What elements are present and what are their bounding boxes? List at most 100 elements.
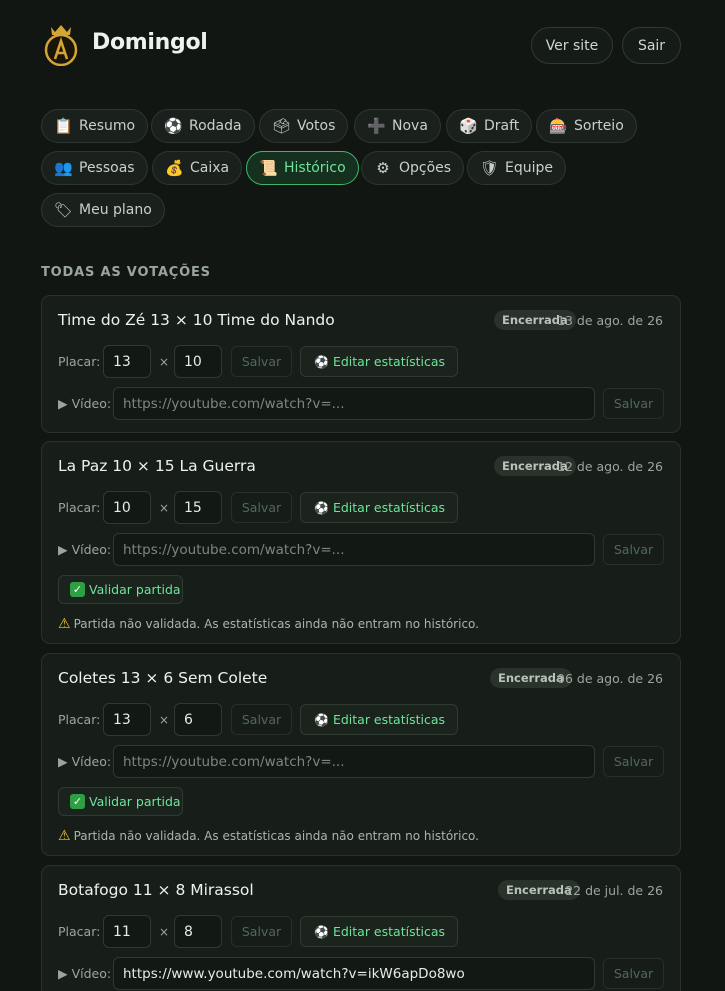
match-card: Time do Zé 13 × 10 Time do Nando Encerra… [41,295,681,433]
validate-label: Validar partida [89,582,181,597]
video-url-input[interactable]: https://youtube.com/watch?v=... [113,533,595,566]
tab-label: Sorteio [574,118,624,134]
view-site-button[interactable]: Ver site [531,27,613,64]
tab-label: Votos [297,118,336,134]
people-icon: 👥 [54,159,73,177]
tab-votos[interactable]: 🗳 Votos [259,109,349,143]
save-score-button[interactable]: Salvar [231,916,292,947]
save-video-button[interactable]: Salvar [603,534,664,565]
tab-nova[interactable]: ➕ Nova [354,109,441,143]
match-title: Time do Zé 13 × 10 Time do Nando [58,311,335,329]
logout-button[interactable]: Sair [622,27,681,64]
tag-icon: 🏷 [54,201,74,219]
away-score-input[interactable]: 6 [174,703,222,736]
video-url-input[interactable]: https://youtube.com/watch?v=... [113,387,595,420]
away-score-input[interactable]: 15 [174,491,222,524]
match-title: Botafogo 11 × 8 Mirassol [58,881,254,899]
tab-historico[interactable]: 📜 Histórico [246,151,359,185]
save-score-button[interactable]: Salvar [231,492,292,523]
tab-caixa[interactable]: 💰 Caixa [152,151,243,185]
gear-icon: ⚙ [376,159,390,177]
tab-label: Meu plano [79,202,152,218]
tab-opcoes[interactable]: ⚙ Opções [361,151,465,185]
match-date: 12 de ago. de 26 [557,459,663,474]
times-sign: × [159,713,170,727]
validate-match-button[interactable]: ✓ Validar partida [58,787,183,816]
warning-icon: ⚠ [58,828,71,844]
video-label: ▶ Vídeo: [58,754,112,769]
video-label: ▶ Vídeo: [58,396,112,411]
validate-label: Validar partida [89,794,181,809]
times-sign: × [159,355,170,369]
home-score-input[interactable]: 13 [103,703,151,736]
soccer-ball-icon: ⚽ [314,354,329,369]
tab-label: Equipe [505,160,553,176]
tab-label: Pessoas [79,160,135,176]
match-date: 06 de ago. de 26 [557,671,663,686]
score-label: Placar: [58,354,101,369]
tab-sorteio[interactable]: 🎰 Sorteio [536,109,637,143]
tab-label: Nova [392,118,428,134]
edit-stats-button[interactable]: ⚽ Editar estatísticas [300,346,459,377]
crown-logo-icon [44,25,78,66]
tab-rodada[interactable]: ⚽ Rodada [151,109,255,143]
tab-label: Rodada [189,118,242,134]
slot-machine-icon: 🎰 [549,117,568,135]
save-video-button[interactable]: Salvar [603,958,664,989]
score-label: Placar: [58,500,101,515]
edit-stats-label: Editar estatísticas [332,712,446,727]
ballot-box-icon: 🗳 [272,117,292,135]
video-label: ▶ Vídeo: [58,542,112,557]
validation-warning: ⚠ Partida não validada. As estatísticas a… [58,828,479,844]
tab-pessoas[interactable]: 👥 Pessoas [41,151,148,185]
edit-stats-button[interactable]: ⚽ Editar estatísticas [300,492,459,523]
score-label: Placar: [58,712,101,727]
soccer-ball-icon: ⚽ [164,117,183,135]
save-video-button[interactable]: Salvar [603,388,664,419]
home-score-input[interactable]: 10 [103,491,151,524]
warning-text: Partida não validada. As estatísticas ai… [73,617,479,631]
tab-meu-plano[interactable]: 🏷 Meu plano [41,193,165,227]
video-url-input[interactable]: https://youtube.com/watch?v=... [113,745,595,778]
score-label: Placar: [58,924,101,939]
app-header: Domingol Ver site Sair [0,0,725,90]
away-score-input[interactable]: 8 [174,915,222,948]
times-sign: × [159,925,170,939]
tab-label: Resumo [79,118,136,134]
save-score-button[interactable]: Salvar [231,704,292,735]
edit-stats-label: Editar estatísticas [332,500,446,515]
tab-label: Draft [484,118,520,134]
soccer-ball-icon: ⚽ [314,712,329,727]
match-date: 22 de jul. de 26 [565,883,663,898]
save-video-button[interactable]: Salvar [603,746,664,777]
tab-label: Opções [399,160,452,176]
scroll-icon: 📜 [259,159,278,177]
section-title: TODAS AS VOTAÇÕES [41,265,211,280]
clipboard-icon: 📋 [54,117,73,135]
match-card: Coletes 13 × 6 Sem Colete Encerrada 06 d… [41,653,681,856]
plus-icon: ➕ [367,117,386,135]
warning-icon: ⚠ [58,616,71,632]
home-score-input[interactable]: 13 [103,345,151,378]
home-score-input[interactable]: 11 [103,915,151,948]
tab-equipe[interactable]: 🛡 Equipe [467,151,566,185]
tab-label: Histórico [284,160,346,176]
times-sign: × [159,501,170,515]
edit-stats-button[interactable]: ⚽ Editar estatísticas [300,916,459,947]
validate-match-button[interactable]: ✓ Validar partida [58,575,183,604]
check-icon: ✓ [70,794,85,809]
validation-warning: ⚠ Partida não validada. As estatísticas a… [58,616,479,632]
tab-draft[interactable]: 🎲 Draft [446,109,533,143]
save-score-button[interactable]: Salvar [231,346,292,377]
dice-icon: 🎲 [459,117,478,135]
video-url-input[interactable]: https://www.youtube.com/watch?v=ikW6apDo… [113,957,595,990]
tab-label: Caixa [190,160,230,176]
edit-stats-button[interactable]: ⚽ Editar estatísticas [300,704,459,735]
check-icon: ✓ [70,582,85,597]
soccer-ball-icon: ⚽ [314,500,329,515]
tab-resumo[interactable]: 📋 Resumo [41,109,149,143]
edit-stats-label: Editar estatísticas [332,354,446,369]
away-score-input[interactable]: 10 [174,345,222,378]
match-card: Botafogo 11 × 8 Mirassol Encerrada 22 de… [41,865,681,991]
video-label: ▶ Vídeo: [58,966,112,981]
